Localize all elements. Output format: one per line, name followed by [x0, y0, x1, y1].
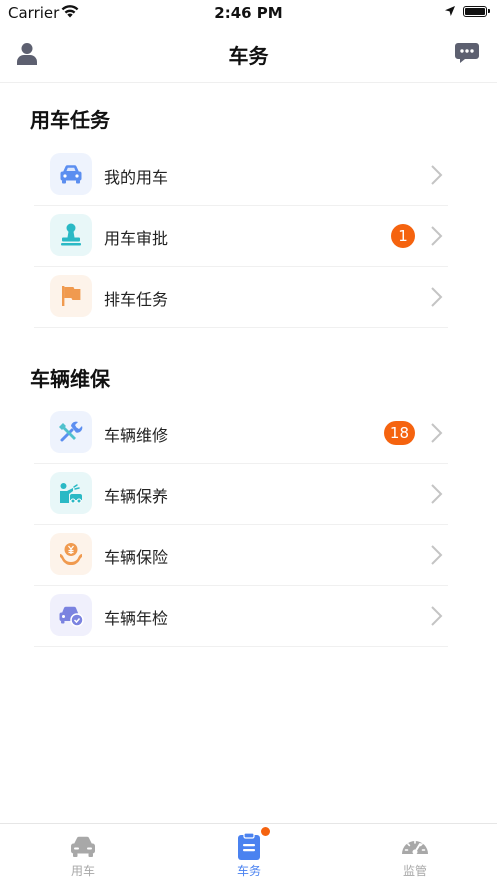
- car-tab-icon: [71, 836, 95, 857]
- list-item-label: 车辆保险: [104, 548, 169, 567]
- count-badge: 1: [391, 224, 415, 248]
- notification-dot: [261, 827, 270, 836]
- status-time: 2:46 PM: [214, 4, 283, 22]
- page-title: 车务: [228, 44, 269, 68]
- vehicle-maintenance-list: 车辆维修 18 车辆保养 车辆保险 车辆年检: [34, 403, 448, 647]
- status-bar: Carrier 2:46 PM: [0, 0, 497, 26]
- list-item-label: 车辆保养: [104, 487, 169, 506]
- list-item-vehicle-insurance[interactable]: 车辆保险: [34, 525, 448, 586]
- list-item-vehicle-approval[interactable]: 用车审批 1: [34, 206, 448, 267]
- list-item-vehicle-servicing[interactable]: 车辆保养: [34, 464, 448, 525]
- tab-bar: 用车 车务 监管: [0, 823, 497, 884]
- tab-vehicle-affairs[interactable]: 车务: [166, 824, 332, 884]
- list-item-vehicle-repair[interactable]: 车辆维修 18: [34, 403, 448, 464]
- vehicle-task-list: 我的用车 用车审批 1 排车任务: [34, 145, 448, 328]
- nav-bar: 车务: [0, 26, 497, 83]
- list-item-annual-inspection[interactable]: 车辆年检: [34, 586, 448, 647]
- list-item-label: 车辆年检: [104, 609, 169, 628]
- location-arrow-icon: [445, 6, 455, 16]
- stamp-icon: [61, 223, 81, 246]
- battery-icon: [463, 6, 490, 17]
- section-title-vehicle-maintenance: 车辆维保: [30, 367, 110, 391]
- list-item-label: 排车任务: [104, 290, 169, 309]
- gauge-tab-icon: [402, 840, 428, 855]
- flag-icon: [62, 286, 81, 306]
- tab-label: 监管: [402, 864, 427, 878]
- tab-label: 用车: [70, 864, 95, 878]
- message-icon[interactable]: [455, 42, 479, 64]
- tab-vehicle-use[interactable]: 用车: [0, 824, 166, 884]
- count-badge: 18: [383, 421, 415, 445]
- car-icon: [60, 165, 82, 184]
- insurance-icon: [60, 543, 82, 565]
- tab-label: 车务: [236, 864, 261, 878]
- chevron-right-icon: [431, 606, 443, 626]
- tools-icon: [59, 421, 83, 442]
- clipboard-tab-icon: [238, 832, 260, 860]
- car-wash-icon: [60, 483, 82, 504]
- list-item-my-vehicle[interactable]: 我的用车: [34, 145, 448, 206]
- inspection-icon: [59, 606, 84, 627]
- list-item-label: 车辆维修: [104, 426, 169, 445]
- chevron-right-icon: [431, 226, 443, 246]
- chevron-right-icon: [431, 545, 443, 565]
- chevron-right-icon: [431, 423, 443, 443]
- list-item-dispatch-tasks[interactable]: 排车任务: [34, 267, 448, 328]
- list-item-label: 我的用车: [104, 168, 169, 187]
- chevron-right-icon: [431, 484, 443, 504]
- list-item-label: 用车审批: [104, 229, 169, 248]
- chevron-right-icon: [431, 287, 443, 307]
- chevron-right-icon: [431, 165, 443, 185]
- tab-supervision[interactable]: 监管: [332, 824, 497, 884]
- section-title-vehicle-tasks: 用车任务: [30, 108, 110, 132]
